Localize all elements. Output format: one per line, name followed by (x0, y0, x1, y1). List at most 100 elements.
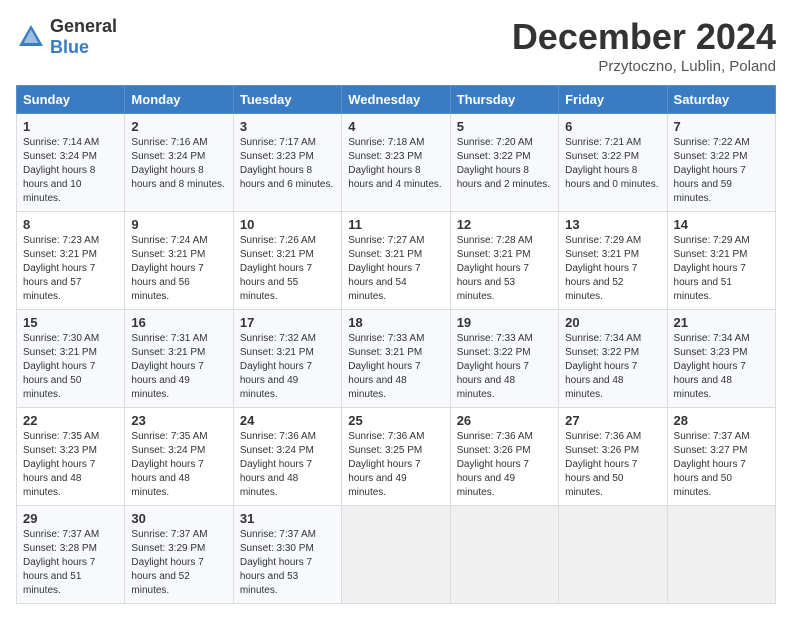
calendar-cell: 18 Sunrise: 7:33 AM Sunset: 3:21 PM Dayl… (342, 310, 450, 408)
calendar-cell: 9 Sunrise: 7:24 AM Sunset: 3:21 PM Dayli… (125, 212, 233, 310)
calendar-cell (342, 506, 450, 604)
day-number: 22 (23, 413, 118, 428)
calendar-week-row: 15 Sunrise: 7:30 AM Sunset: 3:21 PM Dayl… (17, 310, 776, 408)
day-info: Sunrise: 7:30 AM Sunset: 3:21 PM Dayligh… (23, 333, 99, 400)
day-info: Sunrise: 7:29 AM Sunset: 3:21 PM Dayligh… (565, 235, 641, 302)
calendar-cell: 28 Sunrise: 7:37 AM Sunset: 3:27 PM Dayl… (667, 408, 775, 506)
day-info: Sunrise: 7:27 AM Sunset: 3:21 PM Dayligh… (348, 235, 424, 302)
calendar-cell: 16 Sunrise: 7:31 AM Sunset: 3:21 PM Dayl… (125, 310, 233, 408)
day-info: Sunrise: 7:28 AM Sunset: 3:21 PM Dayligh… (457, 235, 533, 302)
day-number: 11 (348, 217, 443, 232)
day-number: 13 (565, 217, 660, 232)
calendar-cell: 14 Sunrise: 7:29 AM Sunset: 3:21 PM Dayl… (667, 212, 775, 310)
day-number: 25 (348, 413, 443, 428)
day-number: 27 (565, 413, 660, 428)
day-number: 19 (457, 315, 552, 330)
day-info: Sunrise: 7:22 AM Sunset: 3:22 PM Dayligh… (674, 137, 750, 204)
calendar-cell: 12 Sunrise: 7:28 AM Sunset: 3:21 PM Dayl… (450, 212, 558, 310)
day-number: 20 (565, 315, 660, 330)
logo-general: General (50, 16, 117, 36)
header-cell-saturday: Saturday (667, 86, 775, 114)
calendar-cell: 11 Sunrise: 7:27 AM Sunset: 3:21 PM Dayl… (342, 212, 450, 310)
calendar-cell: 30 Sunrise: 7:37 AM Sunset: 3:29 PM Dayl… (125, 506, 233, 604)
calendar-cell: 19 Sunrise: 7:33 AM Sunset: 3:22 PM Dayl… (450, 310, 558, 408)
calendar-cell: 13 Sunrise: 7:29 AM Sunset: 3:21 PM Dayl… (559, 212, 667, 310)
calendar-cell: 8 Sunrise: 7:23 AM Sunset: 3:21 PM Dayli… (17, 212, 125, 310)
calendar-cell: 10 Sunrise: 7:26 AM Sunset: 3:21 PM Dayl… (233, 212, 341, 310)
header-cell-thursday: Thursday (450, 86, 558, 114)
day-info: Sunrise: 7:29 AM Sunset: 3:21 PM Dayligh… (674, 235, 750, 302)
day-info: Sunrise: 7:20 AM Sunset: 3:22 PM Dayligh… (457, 137, 550, 190)
day-info: Sunrise: 7:18 AM Sunset: 3:23 PM Dayligh… (348, 137, 441, 190)
day-info: Sunrise: 7:31 AM Sunset: 3:21 PM Dayligh… (131, 333, 207, 400)
header-cell-monday: Monday (125, 86, 233, 114)
day-info: Sunrise: 7:16 AM Sunset: 3:24 PM Dayligh… (131, 137, 224, 190)
day-info: Sunrise: 7:36 AM Sunset: 3:26 PM Dayligh… (457, 431, 533, 498)
day-number: 16 (131, 315, 226, 330)
calendar-cell (667, 506, 775, 604)
calendar-cell: 27 Sunrise: 7:36 AM Sunset: 3:26 PM Dayl… (559, 408, 667, 506)
day-info: Sunrise: 7:23 AM Sunset: 3:21 PM Dayligh… (23, 235, 99, 302)
location: Przytoczno, Lublin, Poland (512, 58, 776, 75)
header-cell-wednesday: Wednesday (342, 86, 450, 114)
day-info: Sunrise: 7:37 AM Sunset: 3:30 PM Dayligh… (240, 529, 316, 596)
calendar-cell: 20 Sunrise: 7:34 AM Sunset: 3:22 PM Dayl… (559, 310, 667, 408)
day-info: Sunrise: 7:35 AM Sunset: 3:24 PM Dayligh… (131, 431, 207, 498)
calendar-cell: 1 Sunrise: 7:14 AM Sunset: 3:24 PM Dayli… (17, 114, 125, 212)
calendar-cell: 29 Sunrise: 7:37 AM Sunset: 3:28 PM Dayl… (17, 506, 125, 604)
day-info: Sunrise: 7:34 AM Sunset: 3:23 PM Dayligh… (674, 333, 750, 400)
month-title: December 2024 (512, 16, 776, 58)
day-number: 10 (240, 217, 335, 232)
day-number: 21 (674, 315, 769, 330)
day-number: 4 (348, 119, 443, 134)
day-info: Sunrise: 7:34 AM Sunset: 3:22 PM Dayligh… (565, 333, 641, 400)
day-number: 29 (23, 511, 118, 526)
calendar-cell (559, 506, 667, 604)
calendar-cell: 7 Sunrise: 7:22 AM Sunset: 3:22 PM Dayli… (667, 114, 775, 212)
calendar-cell: 17 Sunrise: 7:32 AM Sunset: 3:21 PM Dayl… (233, 310, 341, 408)
header-cell-friday: Friday (559, 86, 667, 114)
day-number: 30 (131, 511, 226, 526)
day-number: 8 (23, 217, 118, 232)
day-number: 1 (23, 119, 118, 134)
header-cell-sunday: Sunday (17, 86, 125, 114)
day-info: Sunrise: 7:36 AM Sunset: 3:26 PM Dayligh… (565, 431, 641, 498)
day-info: Sunrise: 7:33 AM Sunset: 3:22 PM Dayligh… (457, 333, 533, 400)
calendar-cell: 24 Sunrise: 7:36 AM Sunset: 3:24 PM Dayl… (233, 408, 341, 506)
day-info: Sunrise: 7:17 AM Sunset: 3:23 PM Dayligh… (240, 137, 333, 190)
day-number: 24 (240, 413, 335, 428)
day-number: 12 (457, 217, 552, 232)
day-number: 26 (457, 413, 552, 428)
day-info: Sunrise: 7:14 AM Sunset: 3:24 PM Dayligh… (23, 137, 99, 204)
day-number: 2 (131, 119, 226, 134)
calendar-cell: 25 Sunrise: 7:36 AM Sunset: 3:25 PM Dayl… (342, 408, 450, 506)
day-number: 23 (131, 413, 226, 428)
day-info: Sunrise: 7:37 AM Sunset: 3:28 PM Dayligh… (23, 529, 99, 596)
day-info: Sunrise: 7:26 AM Sunset: 3:21 PM Dayligh… (240, 235, 316, 302)
day-info: Sunrise: 7:21 AM Sunset: 3:22 PM Dayligh… (565, 137, 658, 190)
calendar-cell: 2 Sunrise: 7:16 AM Sunset: 3:24 PM Dayli… (125, 114, 233, 212)
day-info: Sunrise: 7:36 AM Sunset: 3:24 PM Dayligh… (240, 431, 316, 498)
calendar-cell: 21 Sunrise: 7:34 AM Sunset: 3:23 PM Dayl… (667, 310, 775, 408)
day-info: Sunrise: 7:36 AM Sunset: 3:25 PM Dayligh… (348, 431, 424, 498)
calendar-header-row: SundayMondayTuesdayWednesdayThursdayFrid… (17, 86, 776, 114)
day-info: Sunrise: 7:37 AM Sunset: 3:27 PM Dayligh… (674, 431, 750, 498)
day-number: 9 (131, 217, 226, 232)
day-number: 15 (23, 315, 118, 330)
day-number: 5 (457, 119, 552, 134)
day-number: 3 (240, 119, 335, 134)
calendar-cell: 6 Sunrise: 7:21 AM Sunset: 3:22 PM Dayli… (559, 114, 667, 212)
day-number: 6 (565, 119, 660, 134)
day-info: Sunrise: 7:37 AM Sunset: 3:29 PM Dayligh… (131, 529, 207, 596)
calendar-cell (450, 506, 558, 604)
calendar-cell: 31 Sunrise: 7:37 AM Sunset: 3:30 PM Dayl… (233, 506, 341, 604)
day-info: Sunrise: 7:33 AM Sunset: 3:21 PM Dayligh… (348, 333, 424, 400)
logo-blue: Blue (50, 37, 89, 57)
day-number: 31 (240, 511, 335, 526)
day-info: Sunrise: 7:32 AM Sunset: 3:21 PM Dayligh… (240, 333, 316, 400)
day-number: 17 (240, 315, 335, 330)
calendar-week-row: 22 Sunrise: 7:35 AM Sunset: 3:23 PM Dayl… (17, 408, 776, 506)
day-number: 14 (674, 217, 769, 232)
calendar-week-row: 29 Sunrise: 7:37 AM Sunset: 3:28 PM Dayl… (17, 506, 776, 604)
calendar-cell: 26 Sunrise: 7:36 AM Sunset: 3:26 PM Dayl… (450, 408, 558, 506)
